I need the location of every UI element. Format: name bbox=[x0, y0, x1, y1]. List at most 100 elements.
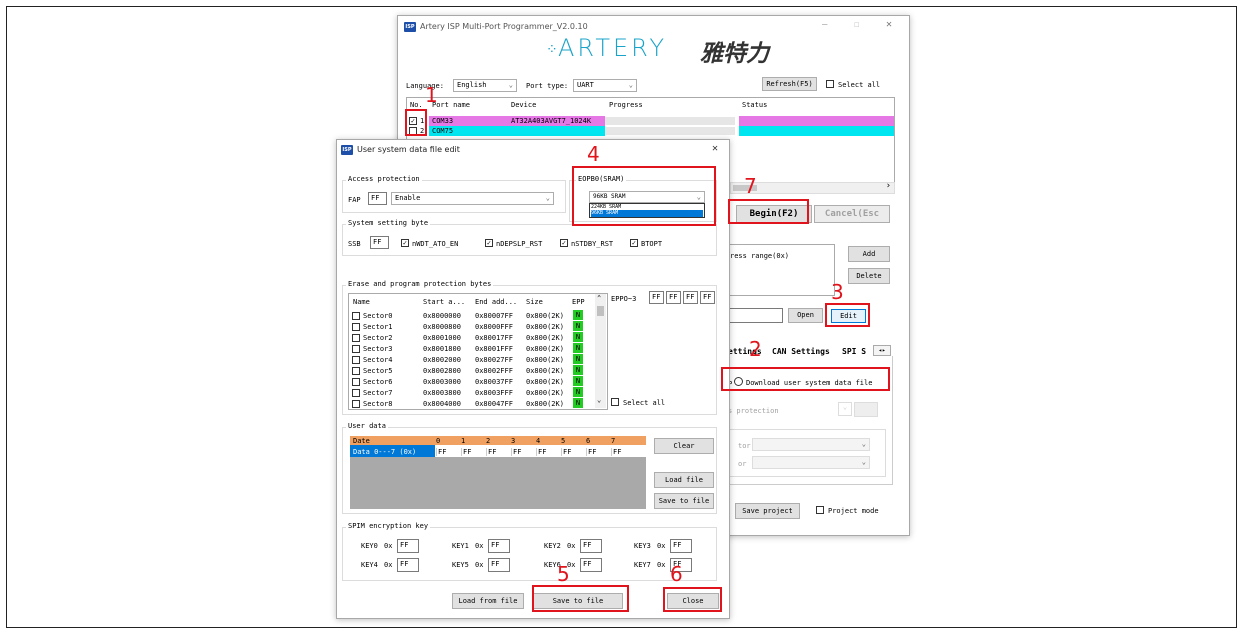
ssb-input[interactable]: FF bbox=[370, 236, 389, 249]
close-icon[interactable]: ✕ bbox=[886, 19, 892, 30]
sector-epp[interactable]: N bbox=[573, 321, 583, 331]
load-file-button[interactable]: Load file bbox=[654, 472, 714, 488]
sector-row[interactable]: Sector2 0x8001000 0x80017FF 0x800(2K) N bbox=[349, 332, 595, 343]
sector-row[interactable]: Sector0 0x8000000 0x80007FF 0x800(2K) N bbox=[349, 310, 595, 321]
save-project-button[interactable]: Save project bbox=[735, 503, 800, 519]
sector-select-all-checkbox[interactable] bbox=[611, 398, 619, 406]
add-button[interactable]: Add bbox=[848, 246, 890, 262]
ud-row-label[interactable]: Data 0---7 (0x) bbox=[353, 448, 416, 456]
fap-input[interactable]: FF bbox=[368, 192, 387, 205]
sector-epp[interactable]: N bbox=[573, 354, 583, 364]
tab-scroll-arrows[interactable]: ◂▸ bbox=[873, 345, 891, 356]
refresh-button[interactable]: Refresh(F5) bbox=[762, 77, 817, 91]
key-input[interactable]: FF bbox=[670, 539, 692, 553]
ud-cell[interactable]: FF bbox=[436, 448, 446, 456]
sector-start: 0x8002800 bbox=[423, 367, 461, 375]
sector-epp[interactable]: N bbox=[573, 398, 583, 408]
open-button[interactable]: Open bbox=[788, 308, 823, 323]
ud-cell[interactable]: FF bbox=[486, 448, 496, 456]
table-row[interactable]: ✓ 1 COM33 AT32A403AVGT7_1024K bbox=[407, 116, 894, 126]
sector-name: Sector4 bbox=[363, 356, 393, 364]
sector-epp[interactable]: N bbox=[573, 365, 583, 375]
sector-end: 0x8003FFF bbox=[475, 389, 513, 397]
btopt-checkbox[interactable]: ✓ bbox=[630, 239, 638, 247]
eppo0-input[interactable]: FF bbox=[649, 291, 664, 304]
scroll-right-icon[interactable]: › bbox=[886, 181, 891, 191]
sector-checkbox[interactable] bbox=[352, 378, 360, 386]
sector-end: 0x80047FF bbox=[475, 400, 513, 408]
sector-row[interactable]: Sector3 0x8001800 0x8001FFF 0x800(2K) N bbox=[349, 343, 595, 354]
spim-group bbox=[342, 527, 717, 581]
key-input[interactable]: FF bbox=[397, 558, 419, 572]
logo-cn-text: 雅特力 bbox=[700, 41, 769, 67]
cancel-button[interactable]: Cancel(Esc bbox=[814, 205, 890, 223]
delete-button[interactable]: Delete bbox=[848, 268, 890, 284]
sector-row[interactable]: Sector1 0x8000800 0x8000FFF 0x800(2K) N bbox=[349, 321, 595, 332]
spim-title: SPIM encryption key bbox=[346, 522, 431, 530]
sector-checkbox[interactable] bbox=[352, 367, 360, 375]
file-path-input[interactable] bbox=[728, 308, 783, 323]
sector-epp[interactable]: N bbox=[573, 387, 583, 397]
ndepslp-rst-checkbox[interactable]: ✓ bbox=[485, 239, 493, 247]
ud-cell[interactable]: FF bbox=[586, 448, 596, 456]
sector-checkbox[interactable] bbox=[352, 400, 360, 408]
sector-checkbox[interactable] bbox=[352, 345, 360, 353]
annotation-box-5 bbox=[532, 585, 629, 612]
sector-checkbox[interactable] bbox=[352, 389, 360, 397]
nwdt-ato-en-checkbox[interactable]: ✓ bbox=[401, 239, 409, 247]
sector-checkbox[interactable] bbox=[352, 356, 360, 364]
ud-cell[interactable]: FF bbox=[611, 448, 621, 456]
ud-cell[interactable]: FF bbox=[561, 448, 571, 456]
ud-cell[interactable]: FF bbox=[511, 448, 521, 456]
eppo1-input[interactable]: FF bbox=[666, 291, 681, 304]
load-from-file-button[interactable]: Load from file bbox=[452, 593, 524, 609]
sector-epp[interactable]: N bbox=[573, 310, 583, 320]
scroll-down-icon[interactable]: ⌄ bbox=[597, 396, 601, 404]
sector-checkbox[interactable] bbox=[352, 334, 360, 342]
key-label: KEY2 bbox=[544, 542, 561, 550]
sector-start: 0x8003000 bbox=[423, 378, 461, 386]
select-all-checkbox[interactable] bbox=[826, 80, 834, 88]
eppo2-input[interactable]: FF bbox=[683, 291, 698, 304]
clear-button[interactable]: Clear bbox=[654, 438, 714, 454]
ud-cell[interactable]: FF bbox=[536, 448, 546, 456]
sector-epp[interactable]: N bbox=[573, 332, 583, 342]
project-mode-checkbox[interactable] bbox=[816, 506, 824, 514]
ud-cell[interactable]: FF bbox=[461, 448, 471, 456]
key-input[interactable]: FF bbox=[580, 558, 602, 572]
sector-row[interactable]: Sector4 0x8002000 0x80027FF 0x800(2K) N bbox=[349, 354, 595, 365]
nstdby-rst-checkbox[interactable]: ✓ bbox=[560, 239, 568, 247]
language-select[interactable]: English ⌄ bbox=[453, 79, 517, 92]
fap-select[interactable]: Enable ⌄ bbox=[391, 192, 554, 205]
eppo3-input[interactable]: FF bbox=[700, 291, 715, 304]
table-vscroll[interactable]: ⌃ ⌄ bbox=[595, 294, 606, 408]
dialog-close-icon[interactable]: ✕ bbox=[712, 143, 718, 154]
sector-row[interactable]: Sector5 0x8002800 0x8002FFF 0x800(2K) N bbox=[349, 365, 595, 376]
col-start: Start a... bbox=[423, 298, 466, 306]
scroll-up-icon[interactable]: ⌃ bbox=[597, 294, 601, 302]
key-label: KEY1 bbox=[452, 542, 469, 550]
sector-checkbox[interactable] bbox=[352, 323, 360, 331]
sector-epp[interactable]: N bbox=[573, 343, 583, 353]
key-input[interactable]: FF bbox=[488, 539, 510, 553]
tab-can-settings[interactable]: CAN Settings bbox=[772, 347, 830, 356]
key-prefix: 0x bbox=[384, 561, 393, 569]
sector-start: 0x8004000 bbox=[423, 400, 461, 408]
key-input[interactable]: FF bbox=[580, 539, 602, 553]
or-select: ⌄ bbox=[752, 456, 870, 469]
key-input[interactable]: FF bbox=[488, 558, 510, 572]
port-type-select[interactable]: UART ⌄ bbox=[573, 79, 637, 92]
sector-size: 0x800(2K) bbox=[526, 389, 564, 397]
sector-row[interactable]: Sector6 0x8003000 0x80037FF 0x800(2K) N bbox=[349, 376, 595, 387]
save-to-file-side-button[interactable]: Save to file bbox=[654, 493, 714, 509]
sector-row[interactable]: Sector8 0x8004000 0x80047FF 0x800(2K) N bbox=[349, 398, 595, 409]
key-input[interactable]: FF bbox=[397, 539, 419, 553]
table-row[interactable]: 2 COM75 bbox=[407, 126, 894, 136]
sector-epp[interactable]: N bbox=[573, 376, 583, 386]
maximize-icon[interactable]: ☐ bbox=[854, 20, 859, 30]
sector-checkbox[interactable] bbox=[352, 312, 360, 320]
minimize-icon[interactable]: — bbox=[822, 20, 827, 30]
tab-spi-settings[interactable]: SPI S bbox=[842, 347, 866, 356]
sector-start: 0x8000800 bbox=[423, 323, 461, 331]
sector-row[interactable]: Sector7 0x8003800 0x8003FFF 0x800(2K) N bbox=[349, 387, 595, 398]
